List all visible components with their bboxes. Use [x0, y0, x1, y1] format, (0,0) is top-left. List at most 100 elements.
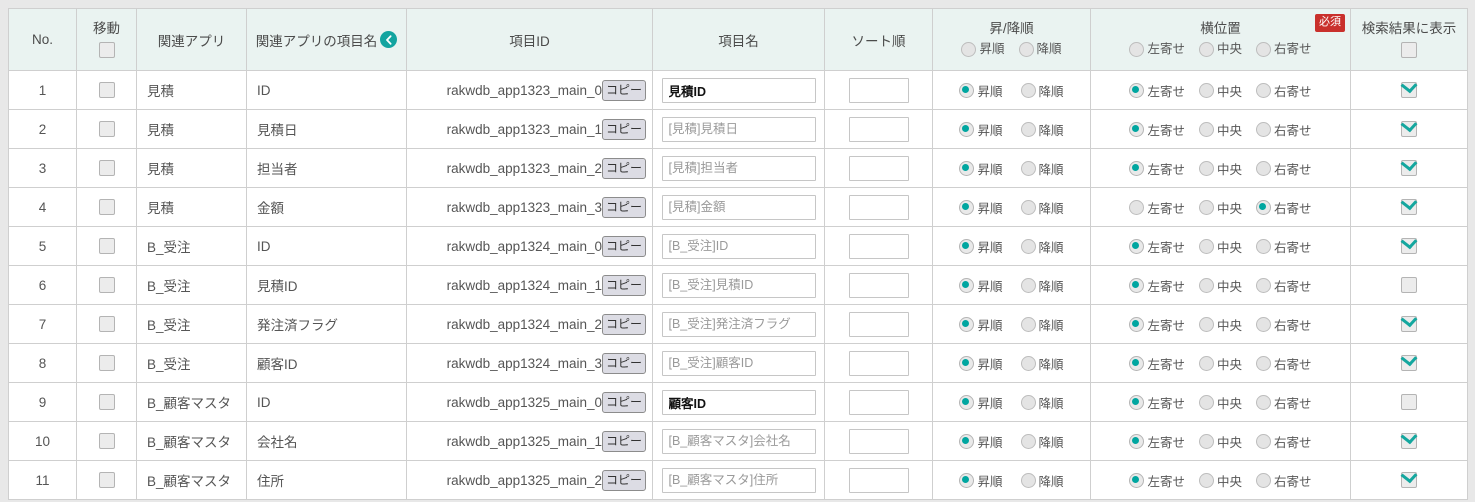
copy-button[interactable]: コピー — [601, 196, 646, 218]
radio-align-center[interactable]: 中央 — [1198, 276, 1242, 295]
move-checkbox[interactable] — [98, 433, 115, 450]
radio-ascending[interactable]: 昇順 — [959, 159, 1003, 178]
move-checkbox[interactable] — [98, 121, 115, 138]
radio-align-right[interactable]: 右寄せ — [1256, 276, 1312, 295]
radio-align-right[interactable]: 右寄せ — [1256, 120, 1312, 139]
show-all-checkbox[interactable] — [1401, 41, 1417, 58]
radio-align-center[interactable]: 中央 — [1198, 432, 1242, 451]
show-in-results-checkbox[interactable] — [1401, 238, 1417, 255]
move-checkbox[interactable] — [98, 394, 115, 411]
radio-ascending[interactable]: 昇順 — [959, 198, 1003, 217]
radio-align-right[interactable]: 右寄せ — [1256, 198, 1312, 217]
radio-align-left[interactable]: 左寄せ — [1129, 237, 1185, 256]
move-checkbox[interactable] — [98, 472, 115, 489]
copy-button[interactable]: コピー — [601, 157, 646, 179]
copy-button[interactable]: コピー — [601, 235, 646, 257]
move-checkbox[interactable] — [98, 199, 115, 216]
copy-button[interactable]: コピー — [601, 79, 646, 101]
radio-ascending[interactable]: 昇順 — [959, 237, 1003, 256]
show-in-results-checkbox[interactable] — [1401, 277, 1417, 294]
radio-align-center[interactable]: 中央 — [1198, 159, 1242, 178]
radio-ascending[interactable]: 昇順 — [959, 471, 1003, 490]
copy-button[interactable]: コピー — [601, 352, 646, 374]
copy-button[interactable]: コピー — [601, 274, 646, 296]
field-name-input[interactable] — [661, 389, 816, 415]
radio-align-left[interactable]: 左寄せ — [1129, 432, 1185, 451]
field-name-input[interactable] — [661, 428, 816, 454]
radio-ascending[interactable]: 昇順 — [959, 120, 1003, 139]
radio-align-center[interactable]: 中央 — [1198, 120, 1242, 139]
copy-button[interactable]: コピー — [601, 118, 646, 140]
sort-order-input[interactable] — [848, 116, 909, 142]
radio-ascending[interactable]: 昇順 — [959, 432, 1003, 451]
move-checkbox[interactable] — [98, 160, 115, 177]
sort-order-input[interactable] — [848, 194, 909, 220]
sort-order-input[interactable] — [848, 77, 909, 103]
sort-order-input[interactable] — [848, 389, 909, 415]
radio-descending[interactable]: 降順 — [1020, 471, 1064, 490]
show-in-results-checkbox[interactable] — [1401, 160, 1417, 177]
sort-order-input[interactable] — [848, 155, 909, 181]
show-in-results-checkbox[interactable] — [1401, 121, 1417, 138]
radio-ascending[interactable]: 昇順 — [959, 393, 1003, 412]
radio-align-left[interactable]: 左寄せ — [1129, 159, 1185, 178]
radio-align-right[interactable]: 右寄せ — [1256, 471, 1312, 490]
radio-ascending[interactable]: 昇順 — [959, 354, 1003, 373]
sort-order-input[interactable] — [848, 467, 909, 493]
field-name-input[interactable] — [661, 272, 816, 298]
radio-descending[interactable]: 降順 — [1020, 354, 1064, 373]
radio-align-right[interactable]: 右寄せ — [1256, 354, 1312, 373]
radio-descending[interactable]: 降順 — [1020, 432, 1064, 451]
copy-button[interactable]: コピー — [601, 469, 646, 491]
move-all-checkbox[interactable] — [98, 41, 115, 58]
field-name-input[interactable] — [661, 155, 816, 181]
show-in-results-checkbox[interactable] — [1401, 394, 1417, 411]
copy-button[interactable]: コピー — [601, 391, 646, 413]
radio-align-center[interactable]: 中央 — [1198, 198, 1242, 217]
move-checkbox[interactable] — [98, 355, 115, 372]
sort-order-input[interactable] — [848, 311, 909, 337]
radio-align-center[interactable]: 中央 — [1198, 237, 1242, 256]
field-name-input[interactable] — [661, 194, 816, 220]
header-radio-align-center[interactable]: 中央 — [1198, 42, 1242, 58]
sort-order-input[interactable] — [848, 428, 909, 454]
show-in-results-checkbox[interactable] — [1401, 82, 1417, 99]
radio-align-right[interactable]: 右寄せ — [1256, 315, 1312, 334]
radio-align-left[interactable]: 左寄せ — [1129, 120, 1185, 139]
radio-align-center[interactable]: 中央 — [1198, 471, 1242, 490]
field-name-input[interactable] — [661, 467, 816, 493]
radio-align-left[interactable]: 左寄せ — [1129, 276, 1185, 295]
radio-descending[interactable]: 降順 — [1020, 276, 1064, 295]
header-radio-align-right[interactable]: 右寄せ — [1256, 42, 1312, 58]
sort-order-input[interactable] — [848, 350, 909, 376]
field-name-input[interactable] — [661, 233, 816, 259]
radio-descending[interactable]: 降順 — [1020, 81, 1064, 100]
move-checkbox[interactable] — [98, 238, 115, 255]
radio-align-center[interactable]: 中央 — [1198, 393, 1242, 412]
radio-align-right[interactable]: 右寄せ — [1256, 159, 1312, 178]
field-name-input[interactable] — [661, 77, 816, 103]
radio-align-right[interactable]: 右寄せ — [1256, 393, 1312, 412]
move-checkbox[interactable] — [98, 277, 115, 294]
show-in-results-checkbox[interactable] — [1401, 433, 1417, 450]
radio-descending[interactable]: 降順 — [1020, 120, 1064, 139]
sort-order-input[interactable] — [848, 233, 909, 259]
radio-align-left[interactable]: 左寄せ — [1129, 315, 1185, 334]
radio-descending[interactable]: 降順 — [1020, 159, 1064, 178]
show-in-results-checkbox[interactable] — [1401, 199, 1417, 216]
header-radio-align-left[interactable]: 左寄せ — [1129, 42, 1185, 58]
radio-descending[interactable]: 降順 — [1020, 315, 1064, 334]
move-checkbox[interactable] — [98, 316, 115, 333]
radio-ascending[interactable]: 昇順 — [959, 315, 1003, 334]
radio-descending[interactable]: 降順 — [1020, 237, 1064, 256]
show-in-results-checkbox[interactable] — [1401, 472, 1417, 489]
radio-descending[interactable]: 降順 — [1020, 198, 1064, 217]
radio-align-left[interactable]: 左寄せ — [1129, 198, 1185, 217]
radio-align-left[interactable]: 左寄せ — [1129, 81, 1185, 100]
radio-descending[interactable]: 降順 — [1020, 393, 1064, 412]
radio-align-right[interactable]: 右寄せ — [1256, 432, 1312, 451]
radio-align-left[interactable]: 左寄せ — [1129, 393, 1185, 412]
radio-align-right[interactable]: 右寄せ — [1256, 237, 1312, 256]
show-in-results-checkbox[interactable] — [1401, 316, 1417, 333]
copy-button[interactable]: コピー — [601, 430, 646, 452]
